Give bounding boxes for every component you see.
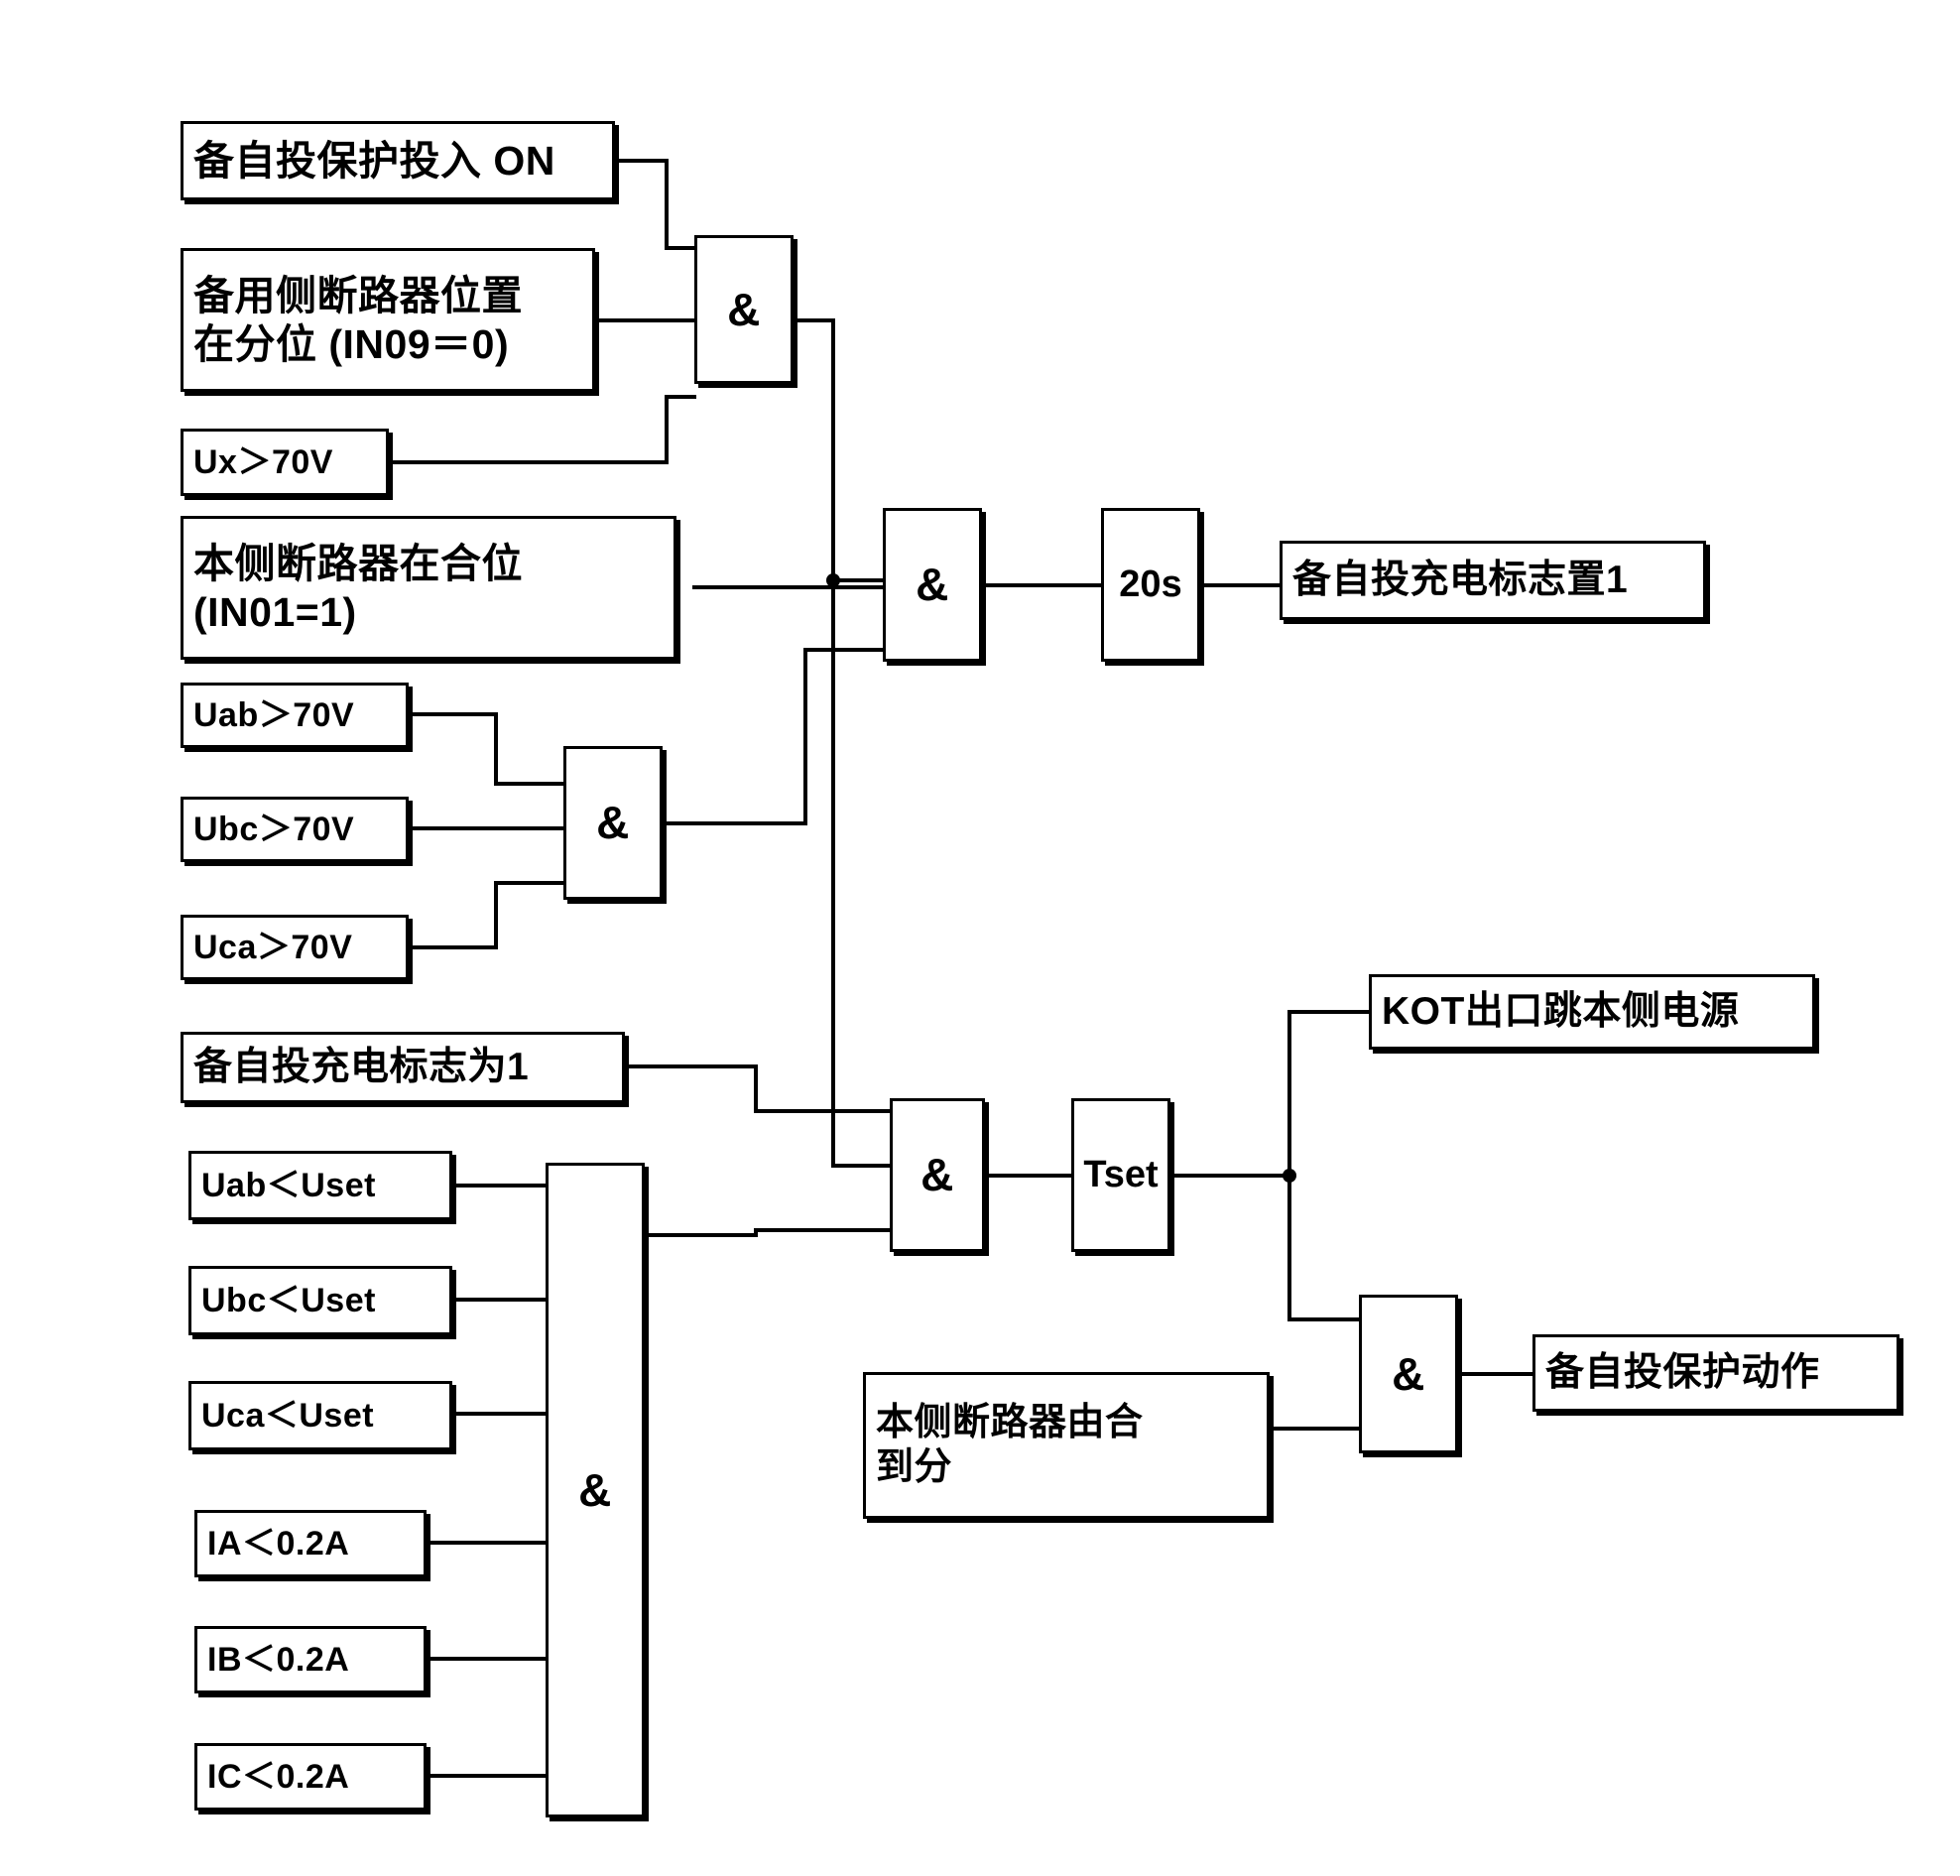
condition-label: Uab＜Uset <box>201 1166 376 1204</box>
logic-diagram-canvas: 备自投保护投入 ON 备用侧断路器位置 在分位 (IN09＝0) Ux＞70V … <box>0 0 1960 1876</box>
condition-label: Uca＞70V <box>193 928 353 966</box>
gate-symbol: & <box>578 1463 612 1516</box>
condition-uca-lt-uset[interactable]: Uca＜Uset <box>188 1381 452 1450</box>
output-charge-flag-set-1[interactable]: 备自投充电标志置1 <box>1280 541 1706 620</box>
junction-dot <box>1283 1169 1296 1183</box>
output-kot-trip-local-source[interactable]: KOT出口跳本侧电源 <box>1369 974 1815 1050</box>
condition-label: IC＜0.2A <box>207 1757 350 1796</box>
condition-label: Uab＞70V <box>193 695 355 734</box>
condition-label: Uca＜Uset <box>201 1396 375 1435</box>
condition-label: Ubc＞70V <box>193 810 355 848</box>
junction-dot <box>826 573 840 587</box>
gate-symbol: & <box>920 1149 954 1201</box>
condition-label: IB＜0.2A <box>207 1640 350 1679</box>
output-bzt-protection-action[interactable]: 备自投保护动作 <box>1532 1334 1899 1412</box>
and-gate-trip-logic[interactable]: & <box>890 1098 985 1252</box>
condition-ic-lt-02a[interactable]: IC＜0.2A <box>194 1743 427 1811</box>
condition-uab-lt-uset[interactable]: Uab＜Uset <box>188 1151 452 1220</box>
gate-symbol: & <box>916 559 949 611</box>
condition-label: IA＜0.2A <box>207 1524 350 1563</box>
condition-ubc-gt-70v[interactable]: Ubc＞70V <box>181 797 409 862</box>
and-gate-charge-main[interactable]: & <box>883 508 982 662</box>
and-gate-undervoltage-current[interactable]: & <box>546 1163 645 1817</box>
condition-bzt-protection-on[interactable]: 备自投保护投入 ON <box>181 121 615 200</box>
condition-label: 备用侧断路器位置 在分位 (IN09＝0) <box>193 273 523 367</box>
condition-label: 本侧断路器在合位 (IN01=1) <box>193 541 523 635</box>
output-label: KOT出口跳本侧电源 <box>1382 989 1740 1033</box>
timer-20s[interactable]: 20s <box>1101 508 1200 662</box>
condition-label: Ubc＜Uset <box>201 1281 376 1319</box>
condition-uca-gt-70v[interactable]: Uca＞70V <box>181 915 409 980</box>
gate-symbol: & <box>727 283 761 335</box>
condition-ia-lt-02a[interactable]: IA＜0.2A <box>194 1510 427 1577</box>
condition-ib-lt-02a[interactable]: IB＜0.2A <box>194 1626 427 1693</box>
output-label: 备自投保护动作 <box>1545 1350 1820 1394</box>
gate-symbol: & <box>1392 1347 1425 1400</box>
condition-ubc-lt-uset[interactable]: Ubc＜Uset <box>188 1266 452 1335</box>
timer-label: 20s <box>1119 563 1182 606</box>
condition-uab-gt-70v[interactable]: Uab＞70V <box>181 683 409 748</box>
condition-label: 本侧断路器由合 到分 <box>876 1402 1144 1488</box>
timer-tset[interactable]: Tset <box>1071 1098 1170 1252</box>
and-gate-top[interactable]: & <box>694 235 794 384</box>
timer-label: Tset <box>1083 1154 1159 1196</box>
condition-local-breaker-closed-to-open[interactable]: 本侧断路器由合 到分 <box>863 1372 1270 1519</box>
gate-symbol: & <box>596 797 630 849</box>
condition-label: 备自投保护投入 ON <box>193 137 555 184</box>
condition-label: Ux＞70V <box>193 442 333 481</box>
and-gate-voltage-3phase[interactable]: & <box>563 746 663 900</box>
condition-charge-flag-is-1[interactable]: 备自投充电标志为1 <box>181 1032 625 1103</box>
condition-backup-breaker-open[interactable]: 备用侧断路器位置 在分位 (IN09＝0) <box>181 248 595 392</box>
and-gate-protection-action[interactable]: & <box>1359 1295 1458 1453</box>
condition-label: 备自投充电标志为1 <box>193 1045 530 1088</box>
output-label: 备自投充电标志置1 <box>1292 558 1629 601</box>
condition-local-breaker-closed[interactable]: 本侧断路器在合位 (IN01=1) <box>181 516 676 660</box>
condition-ux-gt-70v[interactable]: Ux＞70V <box>181 429 389 496</box>
